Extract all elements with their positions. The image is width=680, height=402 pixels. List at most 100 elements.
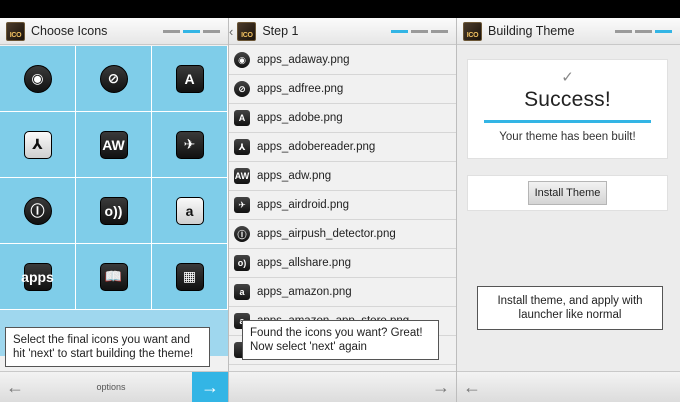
install-theme-button[interactable]: Install Theme xyxy=(527,181,608,205)
file-name: apps_adobereader.png xyxy=(257,141,376,153)
step-indicator xyxy=(391,29,448,33)
tutorial-hint: Select the final icons you want and hit … xyxy=(5,327,210,367)
app-icon[interactable]: ICO xyxy=(463,21,482,41)
file-thumbnail-icon: AW xyxy=(234,168,250,184)
bottom-bar: ← xyxy=(457,371,680,402)
list-item[interactable]: ✈ apps_airdroid.png xyxy=(229,191,456,220)
target-icon: ◉ xyxy=(23,64,52,93)
success-card: ✓ Success! Your theme has been built! xyxy=(467,59,668,159)
app-icon[interactable]: ICO xyxy=(237,21,257,41)
step-dot xyxy=(411,29,428,33)
success-title: Success! xyxy=(524,88,611,111)
file-name: apps_allshare.png xyxy=(257,257,351,269)
a-logo-icon: A xyxy=(175,64,204,93)
file-thumbnail-icon: Ⓘ xyxy=(234,226,250,242)
back-arrow-icon[interactable]: ← xyxy=(457,377,487,398)
step-dot-active xyxy=(391,29,408,33)
amazon-apps-icon: apps xyxy=(21,262,54,291)
install-card: Install Theme xyxy=(467,175,668,211)
file-thumbnail-icon: ⅄ xyxy=(234,139,250,155)
screen-title: Step 1 xyxy=(262,24,299,38)
next-arrow-icon[interactable]: → xyxy=(192,371,228,402)
building-theme-screen: ICO Building Theme ✓ Success! Your theme… xyxy=(456,18,680,402)
step-dot-active xyxy=(655,29,672,33)
airdroid-icon: ✈ xyxy=(175,130,204,159)
step-dot xyxy=(635,29,652,33)
tutorial-hint: Install theme, and apply with launcher l… xyxy=(477,286,663,330)
file-list: ◉ apps_adaway.png ⊘ apps_adfree.png Aapps_ad… xyxy=(229,46,456,365)
file-name: apps_airdroid.png xyxy=(257,199,350,211)
file-name: apps_amazon.png xyxy=(257,286,352,298)
success-message: Your theme has been built! xyxy=(499,131,636,143)
file-thumbnail-icon: ⊘ xyxy=(234,81,250,97)
progress-complete-bar xyxy=(484,120,651,123)
pdf-icon: ⅄ xyxy=(23,130,52,159)
tutorial-hint: Found the icons you want? Great! Now sel… xyxy=(242,320,439,360)
step-1-screen: ‹ ICO Step 1 ◉ apps_adaway.png ⊘ apps_adfre… xyxy=(228,18,456,402)
file-thumbnail-icon: A xyxy=(234,110,250,126)
adw-icon: AW xyxy=(99,130,128,159)
step-indicator xyxy=(163,29,220,33)
no-entry-icon: ⊘ xyxy=(99,64,128,93)
file-thumbnail-icon: ✈ xyxy=(234,197,250,213)
action-bar: ICO Building Theme xyxy=(457,18,680,45)
icon-grid-cell[interactable]: A xyxy=(152,46,228,112)
reader-icon: 📖 xyxy=(99,262,128,291)
back-arrow-icon[interactable]: ← xyxy=(0,377,30,398)
choose-icons-screen: ICO Choose Icons ◉ ⊘ A ⅄ AW ✈ Ⓘo)) a apps 📖 ▦ Sele… xyxy=(0,18,228,402)
file-thumbnail-icon: o) xyxy=(234,255,250,271)
checkmark-icon: ✓ xyxy=(561,69,574,86)
icon-grid-cell[interactable]: ▦ xyxy=(152,244,228,310)
step-dot-active xyxy=(183,29,200,33)
file-name: apps_adaway.png xyxy=(257,54,350,66)
icon-grid-cell[interactable]: ✈ xyxy=(152,112,228,178)
file-thumbnail-icon: ◉ xyxy=(234,52,250,68)
icon-grid-cell[interactable]: ◉ xyxy=(0,46,76,112)
file-name: apps_adw.png xyxy=(257,170,332,182)
list-item[interactable]: a apps_amazon.png xyxy=(229,278,456,307)
app-icon-text: ICO xyxy=(241,31,253,39)
icon-grid-cell[interactable]: ⊘ xyxy=(76,46,152,112)
airpush-icon: Ⓘ xyxy=(23,196,52,225)
action-bar: ‹ ICO Step 1 xyxy=(229,18,456,45)
app-icon[interactable]: ICO xyxy=(6,21,25,41)
icon-grid-cell[interactable]: apps xyxy=(0,244,76,310)
icon-grid-cell[interactable]: Ⓘ xyxy=(0,178,76,244)
list-item[interactable]: Ⓘapps_airpush_detector.png xyxy=(229,220,456,249)
step-dot xyxy=(615,29,632,33)
market-icon: ▦ xyxy=(175,262,204,291)
app-icon-text: ICO xyxy=(9,31,22,39)
list-item[interactable]: ⅄ apps_adobereader.png xyxy=(229,133,456,162)
step-indicator xyxy=(615,29,672,33)
options-button[interactable]: options xyxy=(30,382,192,392)
up-caret-icon[interactable]: ‹ xyxy=(229,24,233,39)
next-arrow-icon[interactable]: → xyxy=(426,377,456,398)
file-thumbnail-icon: a xyxy=(234,284,250,300)
file-name: apps_adfree.png xyxy=(257,83,344,95)
file-name: apps_adobe.png xyxy=(257,112,343,124)
action-bar: ICO Choose Icons xyxy=(0,18,228,45)
app-icon-text: ICO xyxy=(466,31,479,39)
icon-grid-cell[interactable]: AW xyxy=(76,112,152,178)
icon-grid: ◉ ⊘ A ⅄ AW ✈ Ⓘo)) a apps 📖 ▦ xyxy=(0,46,228,356)
icon-grid-cell[interactable]: o)) xyxy=(76,178,152,244)
list-item[interactable]: Aapps_adobe.png xyxy=(229,104,456,133)
bottom-bar: → xyxy=(229,371,456,402)
list-item[interactable]: ◉ apps_adaway.png xyxy=(229,46,456,75)
step-dot xyxy=(431,29,448,33)
allshare-icon: o)) xyxy=(99,196,128,225)
bottom-bar: ← options → xyxy=(0,371,228,402)
file-name: apps_airpush_detector.png xyxy=(257,228,396,240)
step-dot xyxy=(203,29,220,33)
list-item[interactable]: o) apps_allshare.png xyxy=(229,249,456,278)
step-dot xyxy=(163,29,180,33)
icon-grid-cell[interactable]: ⅄ xyxy=(0,112,76,178)
list-item[interactable]: ⊘ apps_adfree.png xyxy=(229,75,456,104)
icon-grid-cell[interactable]: a xyxy=(152,178,228,244)
list-item[interactable]: AW apps_adw.png xyxy=(229,162,456,191)
status-bar xyxy=(0,0,680,18)
screen-title: Building Theme xyxy=(488,24,575,38)
screen-title: Choose Icons xyxy=(31,24,108,38)
amazon-icon: a xyxy=(175,196,204,225)
icon-grid-cell[interactable]: 📖 xyxy=(76,244,152,310)
